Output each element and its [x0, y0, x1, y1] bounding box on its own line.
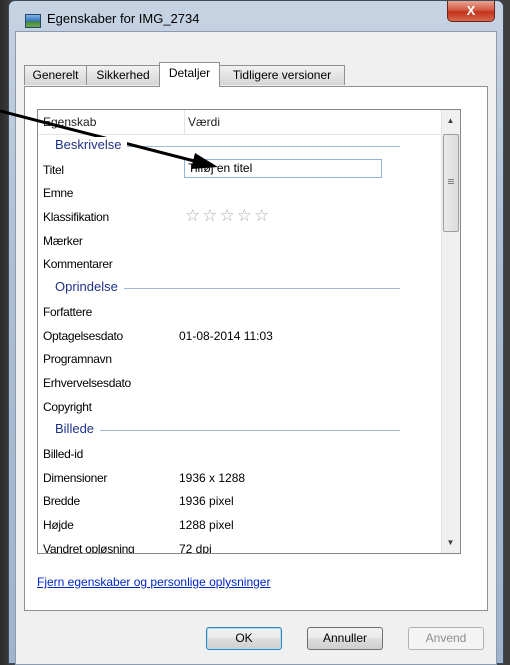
property-row-height[interactable]: Højde 1288 pixel: [38, 513, 442, 537]
ok-button[interactable]: OK: [206, 627, 282, 650]
list-header: Egenskab Værdi: [38, 110, 442, 135]
property-label: Dimensioner: [43, 470, 108, 485]
property-label: Forfattere: [43, 304, 93, 319]
property-label: Emne: [43, 186, 74, 201]
property-row-subject[interactable]: Emne: [38, 181, 442, 205]
property-label: Titel: [43, 162, 64, 177]
property-label: Vandret opløsning: [43, 541, 135, 554]
group-header: Billede: [38, 418, 442, 442]
property-value: 1288 pixel: [179, 518, 234, 532]
property-label: Klassifikation: [43, 210, 109, 225]
close-button[interactable]: X: [447, 1, 495, 22]
property-list[interactable]: Egenskab Værdi Beskrivelse Titel Tilføj …: [37, 109, 461, 554]
property-row-title[interactable]: Titel Tilføj en titel: [38, 158, 442, 182]
property-label: Kommentarer: [43, 257, 113, 272]
property-label: Erhvervelsesdato: [43, 375, 131, 390]
dialog-client: Generelt Sikkerhed Detaljer Tidligere ve…: [15, 31, 497, 665]
column-divider[interactable]: [184, 110, 185, 134]
property-row-rating[interactable]: Klassifikation ☆☆☆☆☆: [38, 205, 442, 229]
tab-tidligere-versioner[interactable]: Tidligere versioner: [219, 65, 345, 85]
grip-line: [448, 179, 454, 180]
group-title: Oprindelse: [55, 279, 124, 295]
property-label: Programnavn: [43, 352, 112, 367]
property-value: 72 dpi: [179, 541, 212, 554]
group-header: Oprindelse: [38, 276, 442, 300]
property-label: Mærker: [43, 233, 83, 248]
property-label: Bredde: [43, 494, 80, 509]
property-value: 01-08-2014 11:03: [179, 328, 273, 343]
tab-detaljer[interactable]: Detaljer: [159, 62, 220, 87]
properties-window: Egenskaber for IMG_2734 X Generelt Sikke…: [8, 0, 504, 665]
title-input[interactable]: Tilføj en titel: [184, 158, 382, 178]
property-value: 1936 x 1288: [179, 470, 246, 485]
vertical-scrollbar[interactable]: ▲ ▼: [441, 110, 460, 553]
grip-line: [448, 181, 454, 182]
group-header: Beskrivelse: [38, 134, 442, 158]
scrollbar-thumb[interactable]: [443, 134, 459, 232]
property-row-program[interactable]: Programnavn: [38, 347, 442, 371]
scroll-up-arrow-icon[interactable]: ▲: [442, 112, 459, 129]
property-label: Billed-id: [43, 446, 83, 461]
property-label: Højde: [43, 518, 74, 532]
column-header-value[interactable]: Værdi: [188, 115, 220, 129]
tab-sikkerhed[interactable]: Sikkerhed: [86, 65, 160, 85]
property-row-image-id[interactable]: Billed-id: [38, 442, 442, 466]
property-row-copyright[interactable]: Copyright: [38, 395, 442, 419]
apply-button[interactable]: Anvend: [408, 627, 484, 650]
property-row-width[interactable]: Bredde 1936 pixel: [38, 489, 442, 513]
title-bar[interactable]: Egenskaber for IMG_2734 X: [9, 1, 503, 35]
rating-stars-icon[interactable]: ☆☆☆☆☆: [185, 206, 271, 226]
window-title: Egenskaber for IMG_2734: [47, 11, 200, 26]
remove-properties-link[interactable]: Fjern egenskaber og personlige oplysning…: [37, 575, 270, 589]
details-panel: Egenskab Værdi Beskrivelse Titel Tilføj …: [24, 86, 488, 611]
group-divider: [55, 430, 400, 432]
property-row-tags[interactable]: Mærker: [38, 229, 442, 253]
cancel-button[interactable]: Annuller: [307, 627, 383, 650]
property-row-authors[interactable]: Forfattere: [38, 300, 442, 324]
property-label: Optagelsesdato: [43, 328, 123, 343]
grip-line: [448, 183, 454, 184]
tab-generelt[interactable]: Generelt: [24, 65, 87, 85]
group-title: Billede: [55, 421, 101, 437]
property-row-comments[interactable]: Kommentarer: [38, 252, 442, 276]
property-row-dimensions[interactable]: Dimensioner 1936 x 1288: [38, 466, 442, 490]
property-label: Copyright: [43, 399, 92, 414]
property-row-acquired[interactable]: Erhvervelsesdato: [38, 371, 442, 395]
property-row-date-taken[interactable]: Optagelsesdato 01-08-2014 11:03: [38, 324, 442, 348]
scroll-down-arrow-icon[interactable]: ▼: [442, 534, 459, 551]
property-rows: Beskrivelse Titel Tilføj en titel Emne K…: [38, 134, 442, 554]
property-row-horizontal-resolution[interactable]: Vandret opløsning 72 dpi: [38, 537, 442, 554]
group-title: Beskrivelse: [55, 137, 128, 152]
column-header-property[interactable]: Egenskab: [43, 115, 96, 129]
property-value: 1936 pixel: [179, 494, 234, 509]
image-file-icon: [25, 14, 41, 28]
